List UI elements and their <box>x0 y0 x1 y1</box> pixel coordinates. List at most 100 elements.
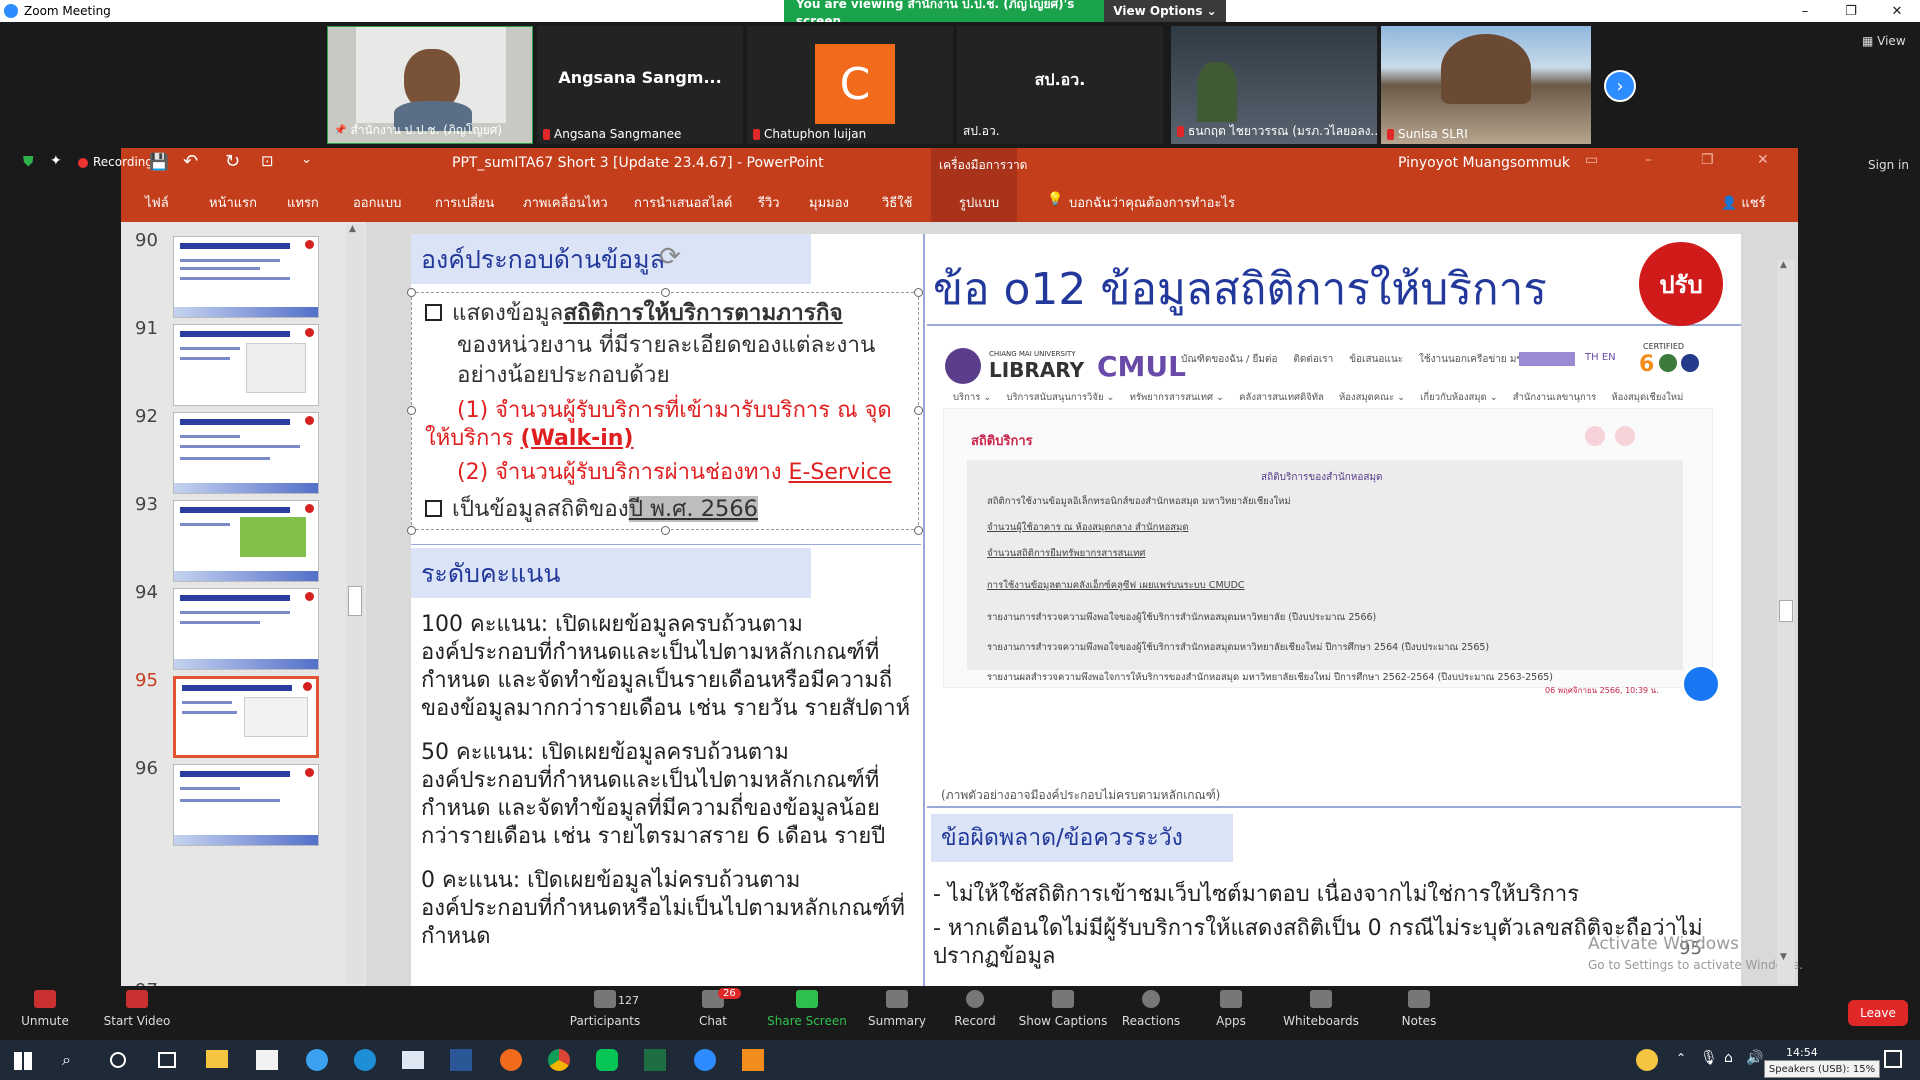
tab-format[interactable]: รูปแบบ <box>959 192 999 213</box>
scrollbar-thumb[interactable] <box>1779 600 1793 622</box>
reactions-button[interactable]: Reactions <box>1106 990 1196 1028</box>
ie-icon[interactable] <box>306 1049 328 1071</box>
tab-file[interactable]: ไฟล์ <box>145 192 169 213</box>
windows-start-icon[interactable] <box>14 1052 32 1070</box>
slide-scrollbar[interactable]: ▲ ▼ <box>1777 260 1795 984</box>
tab-design[interactable]: ออกแบบ <box>353 192 401 213</box>
thumbnail-scrollbar[interactable]: ▲ <box>346 224 364 984</box>
view-options-button[interactable]: View Options ⌄ <box>1104 0 1226 22</box>
tab-help[interactable]: วิธีใช้ <box>882 192 912 213</box>
resize-handle[interactable] <box>661 526 670 535</box>
tray-arrow-icon[interactable]: ⌃ <box>1676 1051 1686 1065</box>
stats-link[interactable]: รายงานผลสำรวจความพึงพอใจการให้บริการของส… <box>987 670 1553 685</box>
leave-button[interactable]: Leave <box>1848 1000 1908 1026</box>
participant-tile[interactable]: ธนกฤต ไชยาวรรณ (มรภ.วไลยอลง... <box>1171 26 1377 144</box>
edge-icon[interactable] <box>354 1049 376 1071</box>
tab-home[interactable]: หน้าแรก <box>209 192 257 213</box>
task-view-icon[interactable] <box>158 1052 176 1068</box>
tab-view[interactable]: มุมมอง <box>809 192 849 213</box>
mic-tray-icon[interactable]: 🎙 <box>1700 1050 1718 1066</box>
participant-tile[interactable]: 📌 สำนักงาน ป.ป.ช. (ภิญโญยศ) <box>327 26 533 144</box>
notes-button[interactable]: Notes <box>1374 990 1464 1028</box>
scrollbar-thumb[interactable] <box>348 586 362 616</box>
resize-handle[interactable] <box>914 288 923 297</box>
font-size-switch[interactable] <box>1519 352 1575 366</box>
stats-link[interactable]: จำนวนสถิติการยืมทรัพยากรสารสนเทศ <box>987 546 1145 561</box>
slide-thumbnail[interactable] <box>173 412 319 494</box>
chrome-icon[interactable] <box>548 1049 570 1071</box>
stats-link[interactable]: จำนวนผู้ใช้อาคาร ณ ห้องสมุดกลาง สำนักหอส… <box>987 520 1189 535</box>
file-explorer-icon[interactable] <box>206 1050 228 1068</box>
undo-icon[interactable]: ↶ <box>183 151 198 172</box>
view-button[interactable]: ▦ View <box>1862 34 1906 48</box>
minimize-button[interactable]: – <box>1782 0 1828 22</box>
sign-in-link[interactable]: Sign in <box>1868 158 1909 172</box>
slide-thumbnail[interactable] <box>173 764 319 846</box>
restore-button[interactable]: ❐ <box>1828 0 1874 22</box>
show-captions-button[interactable]: Show Captions <box>1018 990 1108 1028</box>
app-taskbar-icon[interactable] <box>742 1049 764 1071</box>
store-icon[interactable] <box>256 1050 278 1070</box>
apps-button[interactable]: Apps <box>1186 990 1276 1028</box>
search-icon[interactable]: ⌕ <box>62 1050 71 1070</box>
facebook-icon[interactable] <box>1585 426 1605 446</box>
share-button[interactable]: 👤 แชร์ <box>1721 192 1766 213</box>
resize-handle[interactable] <box>407 406 416 415</box>
weather-icon[interactable] <box>1636 1049 1658 1071</box>
cortana-icon[interactable] <box>110 1052 126 1068</box>
tab-insert[interactable]: แทรก <box>287 192 319 213</box>
messenger-icon[interactable] <box>1681 664 1721 704</box>
ppt-restore-button[interactable]: ❐ <box>1701 152 1714 168</box>
stats-link[interactable]: รายงานการสำรวจความพึงพอใจของผู้ใช้บริการ… <box>987 610 1376 625</box>
clock[interactable]: 14:54 <box>1786 1046 1818 1059</box>
ribbon-display-icon[interactable]: ▭ <box>1585 152 1598 168</box>
twitter-icon[interactable] <box>1615 426 1635 446</box>
resize-handle[interactable] <box>407 288 416 297</box>
zoom-taskbar-icon[interactable] <box>694 1049 716 1071</box>
firefox-icon[interactable] <box>500 1049 522 1071</box>
slide-thumbnail[interactable] <box>173 500 319 582</box>
tab-slideshow[interactable]: การนำเสนอสไลด์ <box>634 192 732 213</box>
save-icon[interactable]: 💾 <box>149 152 169 171</box>
ppt-minimize-button[interactable]: – <box>1645 152 1652 168</box>
slide-thumbnail[interactable] <box>173 324 319 406</box>
start-video-button[interactable]: Start Video <box>92 990 182 1028</box>
slide-thumbnail-selected[interactable] <box>173 676 319 758</box>
stats-link[interactable]: การใช้งานข้อมูลตามคลังเอ็กซ์คลูซีฟ เผยแพ… <box>987 578 1245 593</box>
tab-review[interactable]: รีวิว <box>758 192 780 213</box>
stats-link[interactable]: รายงานการสำรวจความพึงพอใจของผู้ใช้บริการ… <box>987 640 1489 655</box>
resize-handle[interactable] <box>914 406 923 415</box>
participant-tile[interactable]: สป.อว. สป.อว. <box>957 26 1163 144</box>
scroll-down-icon[interactable]: ▼ <box>1780 952 1787 962</box>
network-icon[interactable]: ⌂ <box>1724 1050 1733 1066</box>
chat-button[interactable]: Chat <box>668 990 758 1028</box>
next-page-button[interactable]: › <box>1604 70 1636 102</box>
whiteboards-button[interactable]: Whiteboards <box>1276 990 1366 1028</box>
tab-transitions[interactable]: การเปลี่ยน <box>435 192 494 213</box>
slide-thumbnail[interactable] <box>173 236 319 318</box>
tell-me-box[interactable]: บอกฉันว่าคุณต้องการทำอะไร <box>1069 192 1235 213</box>
ppt-close-button[interactable]: ✕ <box>1757 152 1769 168</box>
slideshow-icon[interactable]: ⊡ <box>261 152 274 170</box>
share-screen-button[interactable]: Share Screen <box>762 990 852 1028</box>
participant-tile[interactable]: Angsana Sangm... Angsana Sangmanee <box>537 26 743 144</box>
close-button[interactable]: ✕ <box>1874 0 1920 22</box>
unmute-button[interactable]: Unmute <box>0 990 90 1028</box>
language-switch[interactable]: TH EN <box>1585 352 1616 363</box>
customize-icon[interactable]: ⌄ <box>301 152 312 167</box>
participant-tile[interactable]: Sunisa SLRI <box>1381 26 1591 144</box>
scroll-up-icon[interactable]: ▲ <box>349 224 356 234</box>
rotate-handle-icon[interactable]: ⟳ <box>659 242 681 272</box>
volume-icon[interactable]: 🔊 <box>1746 1050 1763 1066</box>
line-icon[interactable] <box>596 1049 618 1071</box>
stats-link[interactable]: สถิติการใช้งานข้อมูลอิเล็กทรอนิกส์ของสำน… <box>987 494 1291 509</box>
record-button[interactable]: Record <box>930 990 1020 1028</box>
scroll-up-icon[interactable]: ▲ <box>1780 260 1787 270</box>
notifications-icon[interactable] <box>1884 1050 1902 1068</box>
slide-thumbnail[interactable] <box>173 588 319 670</box>
resize-handle[interactable] <box>407 526 416 535</box>
redo-icon[interactable]: ↻ <box>225 151 240 172</box>
mail-icon[interactable] <box>402 1051 424 1069</box>
tab-animations[interactable]: ภาพเคลื่อนไหว <box>523 192 608 213</box>
summary-button[interactable]: Summary <box>852 990 942 1028</box>
